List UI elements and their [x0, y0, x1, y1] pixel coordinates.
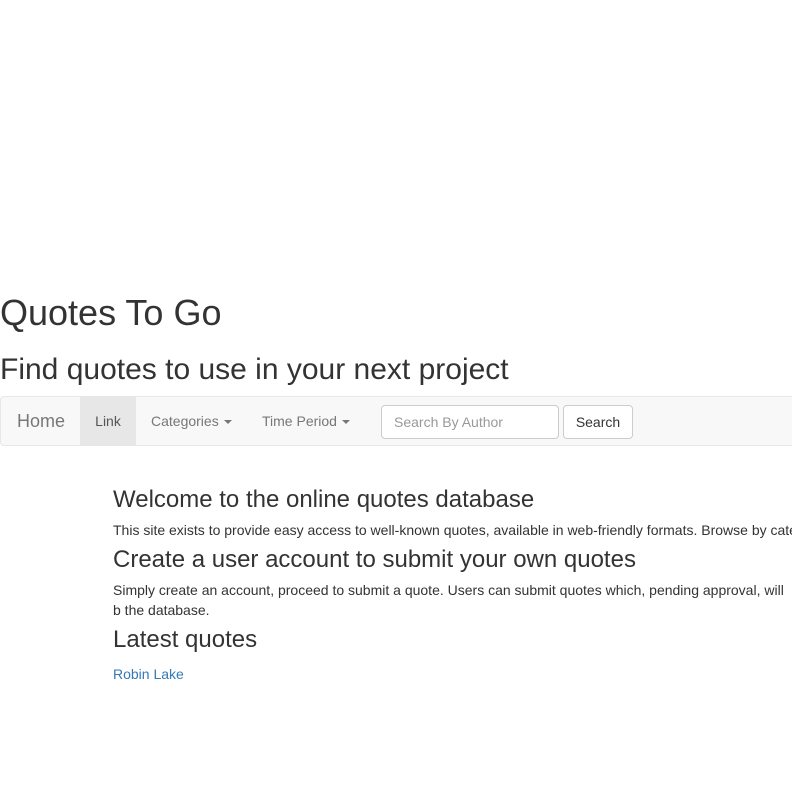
- site-title: Quotes To Go: [0, 292, 222, 333]
- welcome-text: This site exists to provide easy access …: [113, 522, 792, 538]
- search-button[interactable]: Search: [563, 405, 633, 439]
- page: Quotes To Go Find quotes to use in your …: [0, 0, 792, 792]
- nav-dropdown-categories[interactable]: Categories: [151, 397, 232, 445]
- search-author-input[interactable]: [381, 405, 559, 439]
- nav-link-active[interactable]: Link: [80, 397, 136, 445]
- latest-quotes-heading: Latest quotes: [113, 626, 258, 653]
- nav-home-link[interactable]: Home: [17, 397, 65, 445]
- caret-down-icon: [341, 420, 350, 425]
- latest-quote-link[interactable]: Robin Lake: [113, 664, 792, 684]
- nav-dropdown-categories-label: Categories: [151, 413, 219, 429]
- navbar: Home Link Categories Time Period Search: [0, 396, 792, 446]
- nav-dropdown-time-period[interactable]: Time Period: [262, 397, 350, 445]
- site-subtitle: Find quotes to use in your next project: [0, 353, 509, 386]
- caret-down-icon: [223, 420, 232, 425]
- nav-dropdown-time-period-label: Time Period: [262, 413, 337, 429]
- main-content: Welcome to the online quotes database Th…: [113, 480, 792, 684]
- welcome-heading: Welcome to the online quotes database: [113, 486, 535, 513]
- account-text: Simply create an account, proceed to sub…: [113, 582, 784, 618]
- account-heading: Create a user account to submit your own…: [113, 546, 636, 573]
